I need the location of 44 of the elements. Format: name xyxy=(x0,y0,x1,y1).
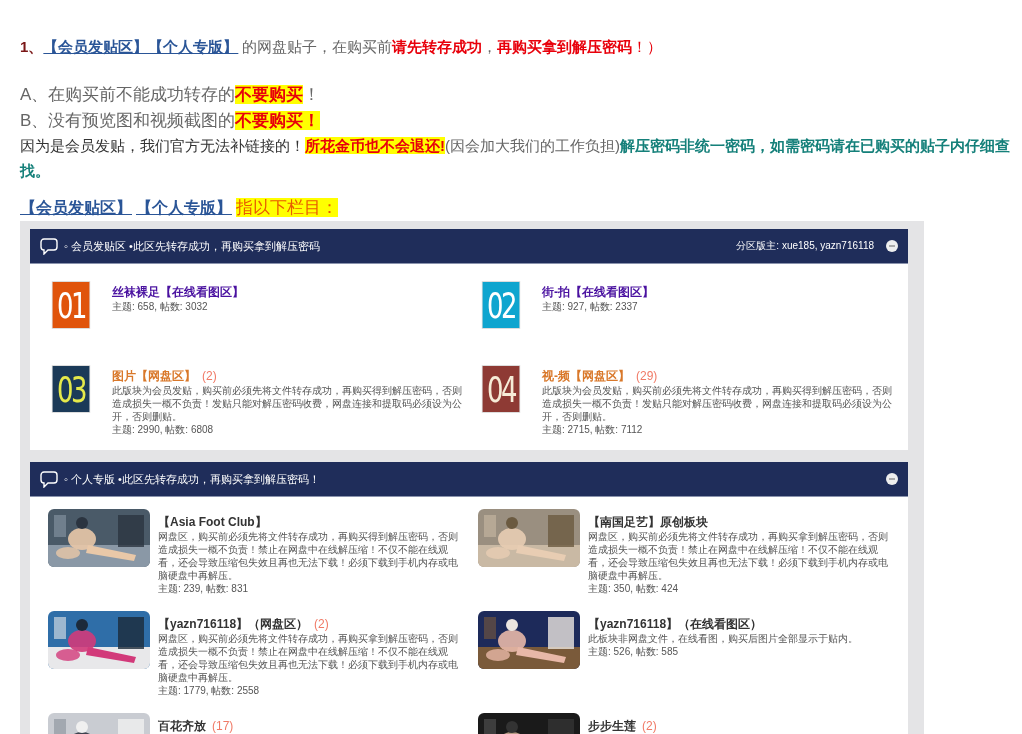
forum-number: 04 xyxy=(486,368,516,410)
forum-title[interactable]: 百花齐放 xyxy=(158,719,206,733)
forum-stats: 主题: 2990, 帖数: 6808 xyxy=(112,423,215,436)
new-post-count: (29) xyxy=(636,369,658,383)
forum-stats: 主题: 239, 帖数: 831 xyxy=(158,582,250,595)
forum-stats: 主题: 526, 帖数: 585 xyxy=(588,645,680,658)
forum-number: 02 xyxy=(486,284,516,326)
new-post-count: (2) xyxy=(202,369,217,383)
forum-description: 网盘区，购买前必须先将文件转存成功，再购买拿到解压密码，否则造成损失一概不负责！禁止在网盘中在线解压缩！不仅不能在线观看，还会导致压缩包失效且再也无法下载！必须下载到手机内存或电脑硬盘中再解压。 xyxy=(588,530,889,582)
notice-text: 因为是会员发贴，我们官方无法补链接的！所花金币也不会退还!(因会加大我们的工作负担)解压密码非统一密码，如需密码请在已购买的贴子内仔细查找。 xyxy=(20,136,1011,181)
forum-stats: 主题: 927, 帖数: 2337 xyxy=(542,300,639,313)
new-post-count: (2) xyxy=(314,617,329,631)
forum-number: 03 xyxy=(56,368,86,410)
section-title[interactable]: ◦ 个人专版 •此区先转存成功，再购买拿到解压密码！ xyxy=(64,471,320,487)
forum-title[interactable]: 【南国足艺】原创板块 xyxy=(588,515,708,529)
forum-title[interactable]: 街-拍【在线看图区】 xyxy=(542,285,654,299)
forum-description: 此版块为会员发贴，购买前必须先将文件转存成功，再购买得到解压密码，否则造成损失一概不负责！发贴只能对解压密码收费，网盘连接和提取码必须设为公开，否则删贴。 xyxy=(542,384,893,423)
forum-title[interactable]: 【Asia Foot Club】 xyxy=(158,515,267,529)
forum-description: 此板块非网盘文件，在线看图，购买后图片全部显示于贴内。 xyxy=(588,632,858,645)
link[interactable]: 【个人专版】 xyxy=(136,199,232,216)
forum-stats: 主题: 658, 帖数: 3032 xyxy=(112,300,209,313)
forum-title[interactable]: 步步生莲 xyxy=(588,719,636,733)
forum-stats: 主题: 2715, 帖数: 7112 xyxy=(542,423,644,436)
collapse-icon[interactable] xyxy=(886,473,898,485)
forum-number: 01 xyxy=(56,284,86,326)
forum-description: 网盘区，购买前必须先将文件转存成功，再购买得到解压密码，否则造成损失一概不负责！禁止在网盘中在线解压缩！不仅不能在线观看，还会导致压缩包失效且再也无法下载！必须下载到手机内存或电脑硬盘中再解压。 xyxy=(158,530,459,582)
forum-title[interactable]: 【yazn716118】（网盘区） xyxy=(158,617,309,631)
link[interactable]: 【会员发贴区】 xyxy=(20,199,132,216)
forum-stats: 主题: 350, 帖数: 424 xyxy=(588,582,680,595)
forum-description: 网盘区，购买前必须先将文件转存成功，再购买拿到解压密码，否则造成损失一概不负责！禁止在网盘中在线解压缩！不仅不能在线观看，还会导致压缩包失效且再也无法下载！必须下载到手机内存或电脑硬盘中再解压。 xyxy=(158,632,459,684)
new-post-count: (17) xyxy=(212,719,234,733)
moderators-text: 分区版主: xue185, yazn716118 xyxy=(736,239,874,253)
forum-title[interactable]: 丝袜裸足【在线看图区】 xyxy=(112,285,244,299)
notice-text: 【会员发贴区】 【个人专版】 指以下栏目： xyxy=(20,197,339,219)
forum-title[interactable]: 【yazn716118】（在线看图区） xyxy=(588,617,763,631)
forum-description: 此版块为会员发贴，购买前必须先将文件转存成功，再购买得到解压密码，否则造成损失一概不负责！发贴只能对解压密码收费，网盘连接和提取码必须设为公开，否则删贴。 xyxy=(112,384,463,423)
link[interactable]: 【会员发贴区】【个人专版】 xyxy=(43,38,239,55)
chat-bubble-icon xyxy=(40,237,58,255)
forum-stats: 主题: 1779, 帖数: 2558 xyxy=(158,684,261,697)
notice-text: 1、【会员发贴区】【个人专版】 的网盘贴子，在购买前请先转存成功，再购买拿到解压密码！） xyxy=(20,37,664,57)
new-post-count: (2) xyxy=(642,719,657,733)
collapse-icon[interactable] xyxy=(886,240,898,252)
section-title[interactable]: ◦ 会员发贴区 •此区先转存成功，再购买拿到解压密码 xyxy=(64,238,320,254)
chat-bubble-icon xyxy=(40,470,58,488)
